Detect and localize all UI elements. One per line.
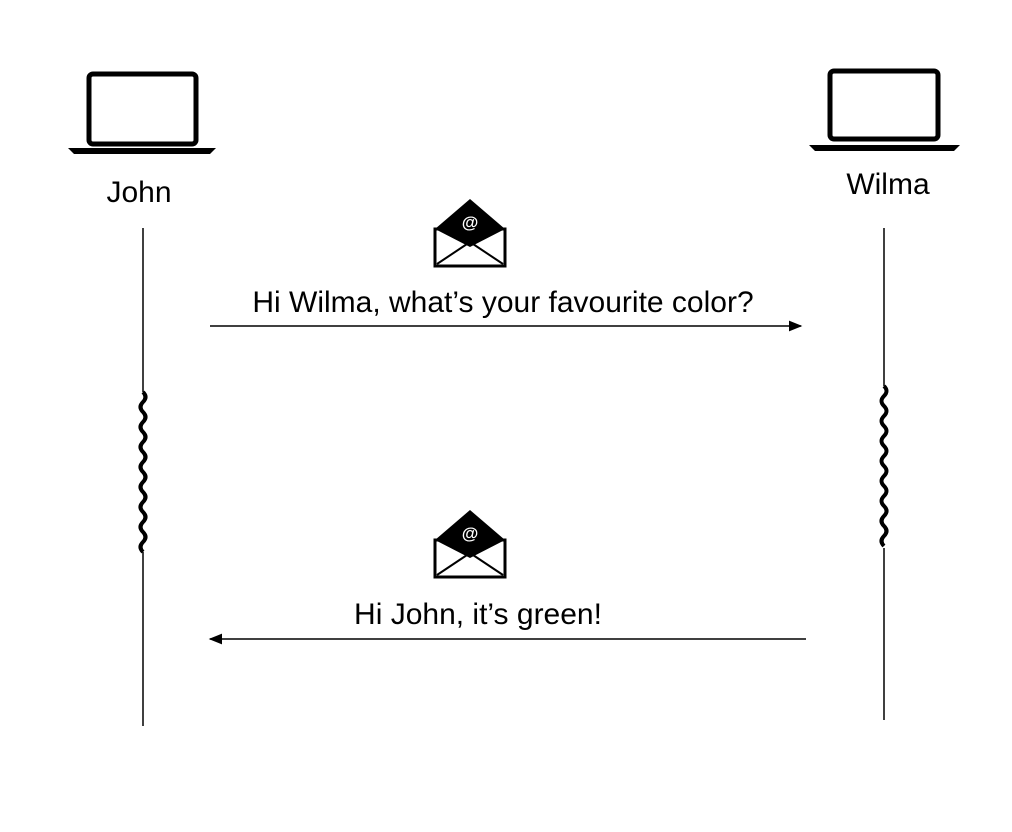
lifeline-break xyxy=(879,384,889,548)
laptop-icon xyxy=(809,68,960,151)
email-icon: @ xyxy=(433,199,507,268)
lifeline-john xyxy=(138,228,148,726)
lifeline-break xyxy=(138,390,148,554)
lifeline-wilma xyxy=(879,228,889,720)
svg-text:@: @ xyxy=(462,524,479,543)
message-text-1: Hi Wilma, what’s your favourite color? xyxy=(252,286,753,319)
actor-name-wilma: Wilma xyxy=(846,168,930,201)
laptop-icon xyxy=(68,71,216,154)
svg-text:@: @ xyxy=(462,213,479,232)
actor-name-john: John xyxy=(106,176,171,209)
sequence-diagram: John Wilma @ Hi Wilma, what’s your favou… xyxy=(68,68,960,726)
message-text-2: Hi John, it’s green! xyxy=(354,598,602,631)
email-icon: @ xyxy=(433,510,507,579)
